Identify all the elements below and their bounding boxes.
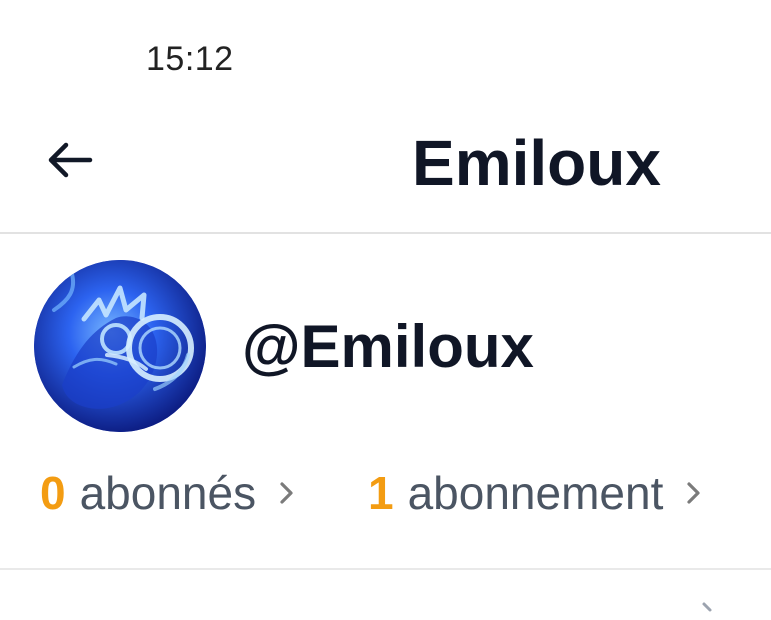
chevron-right-icon bbox=[687, 482, 700, 504]
section-divider bbox=[0, 568, 771, 570]
chevron-right-icon bbox=[280, 482, 293, 504]
followers-label: abonnés bbox=[79, 467, 257, 519]
partial-bottom-icon bbox=[702, 602, 712, 612]
page-title: Emiloux bbox=[412, 127, 661, 199]
profile-screen: 15:12 Emiloux @Emiloux 0 abonnés 1 abonn… bbox=[0, 0, 771, 620]
arrow-left-icon bbox=[48, 142, 93, 178]
profile-handle: @Emiloux bbox=[242, 313, 534, 380]
top-bar: Emiloux bbox=[0, 110, 771, 220]
followers-count: 0 bbox=[40, 467, 66, 519]
followers-link[interactable]: 0 abonnés bbox=[40, 466, 296, 520]
avatar[interactable] bbox=[34, 260, 206, 432]
following-link[interactable]: 1 abonnement bbox=[368, 466, 703, 520]
following-label: abonnement bbox=[407, 467, 664, 519]
header-divider bbox=[0, 232, 771, 234]
status-time: 15:12 bbox=[146, 40, 234, 78]
following-count: 1 bbox=[368, 467, 394, 519]
avatar-image bbox=[34, 260, 206, 432]
back-button[interactable] bbox=[38, 132, 100, 188]
